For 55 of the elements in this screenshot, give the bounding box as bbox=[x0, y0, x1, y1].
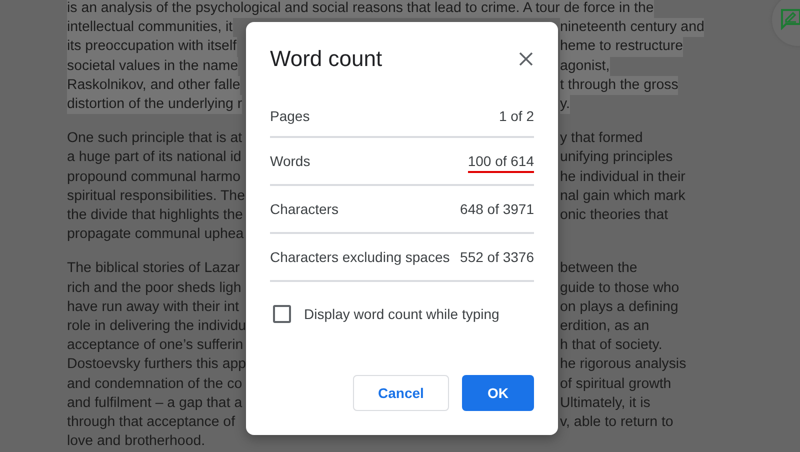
document-text: of spiritual growth bbox=[560, 374, 672, 394]
document-text: societal values in the name bbox=[67, 56, 238, 76]
ok-button[interactable]: OK bbox=[462, 375, 534, 411]
underlined-stat-value: 100 of 614 bbox=[468, 153, 534, 173]
document-text: role in delivering the individu bbox=[67, 317, 246, 336]
dialog-title: Word count bbox=[270, 46, 382, 72]
document-text: acceptance of one’s sufferin bbox=[67, 336, 244, 356]
document-text: the divide that highlights the bbox=[67, 206, 243, 226]
document-text: through that acceptance of bbox=[67, 413, 236, 432]
stat-label: Words bbox=[270, 153, 310, 169]
document-text: and condemnation of the co bbox=[67, 374, 242, 394]
document-text: y. bbox=[560, 95, 570, 114]
checkbox-label[interactable]: Display word count while typing bbox=[304, 306, 500, 322]
document-text: y that formed bbox=[560, 129, 643, 148]
document-text: rich and the poor sheds ligh bbox=[67, 278, 242, 298]
document-text: its preoccupation with itself bbox=[67, 37, 237, 57]
document-text: t through the gross bbox=[560, 76, 678, 96]
document-text: v, able to return to bbox=[560, 413, 674, 432]
cancel-button[interactable]: Cancel bbox=[353, 375, 449, 411]
document-text: unifying principles bbox=[560, 148, 673, 168]
document-text: The biblical stories of Lazar bbox=[67, 259, 240, 278]
document-text: and fulfilment – a gap that a bbox=[67, 394, 242, 413]
stat-label: Characters bbox=[270, 201, 338, 217]
stat-label: Pages bbox=[270, 108, 310, 124]
stat-value: 552 of 3376 bbox=[460, 249, 534, 265]
document-text: spiritual responsibilities. The bbox=[67, 186, 245, 206]
document-text: intellectual communities, it bbox=[67, 18, 233, 38]
document-text: Ultimately, it is bbox=[560, 394, 650, 413]
document-text: Raskolnikov, and other falle bbox=[67, 76, 240, 96]
document-text: distortion of the underlying r bbox=[67, 95, 242, 114]
document-text: between the bbox=[560, 259, 638, 278]
stat-label: Characters excluding spaces bbox=[270, 249, 450, 265]
document-text: love and brotherhood. bbox=[67, 432, 206, 452]
stat-value: 1 of 2 bbox=[498, 108, 534, 124]
document-text: erdition, as an bbox=[560, 317, 650, 336]
document-text: One such principle that is at bbox=[67, 129, 242, 148]
document-text: a huge part of its national id bbox=[67, 148, 242, 168]
document-text: h that of society. bbox=[560, 336, 662, 356]
document-text: propagate communal uphea bbox=[67, 225, 244, 244]
document-text: nal gain which mark bbox=[560, 186, 686, 206]
stat-value: 648 of 3971 bbox=[460, 201, 534, 217]
checkbox[interactable] bbox=[273, 305, 291, 323]
document-text: he rigorous analysis bbox=[560, 355, 686, 374]
document-text: is an analysis of the psychological and social reasons that lead to crime. A tour de force in the bbox=[67, 0, 654, 18]
document-text: have run away with their int bbox=[67, 298, 239, 317]
document-text: on plays a defining bbox=[560, 298, 678, 317]
document-text: guide to those who bbox=[560, 278, 680, 298]
document-text: heme to restructure bbox=[560, 37, 684, 57]
document-text: Dostoevsky furthers this app bbox=[67, 355, 246, 374]
close-icon[interactable] bbox=[518, 51, 534, 67]
document-text: onic theories that bbox=[560, 206, 668, 226]
document-text: nineteenth century and bbox=[560, 18, 704, 38]
document-text: he individual in their bbox=[560, 168, 686, 187]
document-text: agonist, bbox=[560, 56, 610, 76]
document-text: propound communal harmo bbox=[67, 168, 240, 187]
